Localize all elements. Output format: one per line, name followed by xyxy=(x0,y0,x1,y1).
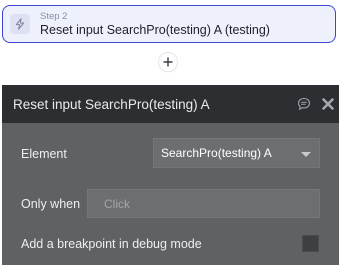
only-when-placeholder: Click xyxy=(104,196,130,211)
only-when-label: Only when xyxy=(21,197,81,211)
element-label: Element xyxy=(21,147,67,161)
element-dropdown-value: SearchPro(testing) A xyxy=(161,146,272,160)
step-card[interactable]: Step 2 Reset input SearchPro(testing) A … xyxy=(2,5,336,43)
workflow-canvas: Step 2 Reset input SearchPro(testing) A … xyxy=(0,0,339,265)
step-title: Reset input SearchPro(testing) A (testin… xyxy=(40,22,270,37)
panel-title: Reset input SearchPro(testing) A xyxy=(13,96,210,112)
debug-breakpoint-label: Add a breakpoint in debug mode xyxy=(21,237,202,251)
panel-header: Reset input SearchPro(testing) A xyxy=(2,85,339,123)
step-text: Step 2 Reset input SearchPro(testing) A … xyxy=(40,12,270,36)
chevron-down-icon xyxy=(301,152,311,157)
only-when-input[interactable]: Click xyxy=(87,189,320,218)
close-icon[interactable] xyxy=(321,97,335,111)
comment-icon[interactable] xyxy=(297,97,311,111)
lightning-bolt-icon xyxy=(10,14,30,34)
action-panel: Reset input SearchPro(testing) A Element… xyxy=(2,85,339,265)
debug-breakpoint-checkbox[interactable] xyxy=(302,235,319,252)
add-step-button[interactable] xyxy=(159,53,177,71)
plus-icon xyxy=(163,57,173,67)
element-dropdown[interactable]: SearchPro(testing) A xyxy=(153,138,320,168)
step-label: Step 2 xyxy=(40,11,68,22)
